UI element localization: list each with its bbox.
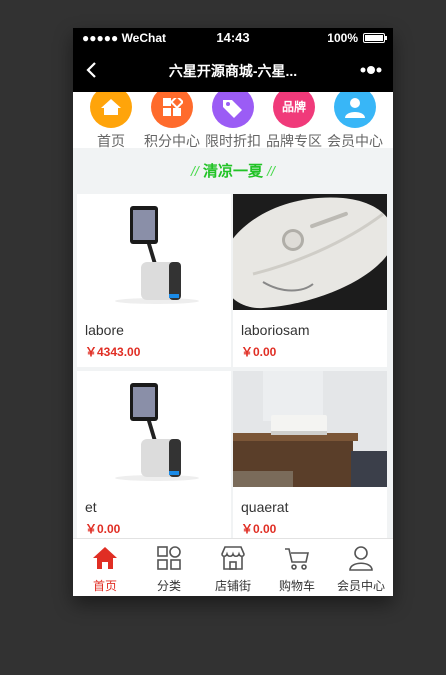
quick-nav-points[interactable]: 积分中心 [142,92,202,148]
product-card[interactable]: quaerat ￥0.00 [233,371,387,544]
product-card[interactable]: et ￥0.00 [77,371,231,544]
battery-status: 100% [327,31,387,45]
tab-label: 分类 [156,579,181,593]
product-price: ￥4343.00 [85,345,141,359]
tab-label: 会员中心 [336,579,385,593]
product-image-kiosk [77,194,231,310]
quick-nav-label: 积分中心 [144,133,200,148]
quick-nav-label: 限时折扣 [205,133,261,148]
product-name: laboriosam [241,322,310,338]
more-options-icon[interactable] [359,62,383,78]
product-name: quaerat [241,499,289,515]
product-price: ￥0.00 [241,345,277,359]
product-image-mouse [233,194,387,310]
tab-cart[interactable]: 购物车 [265,539,329,596]
quick-nav-discount[interactable]: 限时折扣 [203,92,263,148]
section-heading: // 清凉一夏 // [73,148,393,194]
page-title: 六星开源商城-六星... [168,63,298,79]
tab-store-street[interactable]: 店铺街 [201,539,265,596]
phone-screen: ●●●●● WeChat 14:43 100% 六星开源商城-六星... 首页 … [73,28,393,596]
status-bar: ●●●●● WeChat 14:43 100% [73,28,393,48]
user-icon [334,92,376,128]
tag-icon [212,92,254,128]
home-icon [90,92,132,128]
store-icon [221,546,245,570]
product-name: et [85,499,97,515]
product-card[interactable]: labore ￥4343.00 [77,194,231,367]
grid-icon [151,92,193,128]
back-arrow-icon[interactable] [83,60,103,80]
quick-nav-label: 品牌专区 [266,133,322,148]
tab-home[interactable]: 首页 [73,539,137,596]
tab-label: 首页 [92,579,117,593]
slash-decor-left: // [191,163,199,179]
quick-nav-brand[interactable]: 品牌 品牌专区 [264,92,324,148]
product-name: labore [85,322,124,338]
quick-nav-member[interactable]: 会员中心 [325,92,385,148]
slash-decor-right: // [267,163,275,179]
battery-icon [363,33,387,43]
tab-bar: 首页 分类 店铺街 购物车 会员中心 [73,538,393,596]
tab-label: 店铺街 [214,579,251,593]
quick-nav: 首页 积分中心 限时折扣 品牌 品牌专区 会员中心 [73,92,393,148]
product-image-speaker [233,371,387,487]
brand-badge-text: 品牌 [281,100,306,114]
brand-icon: 品牌 [273,92,315,128]
product-card[interactable]: laboriosam ￥0.00 [233,194,387,367]
quick-nav-label: 首页 [97,133,125,148]
tab-member-center[interactable]: 会员中心 [329,539,393,596]
battery-percent: 100% [327,31,358,45]
product-price: ￥0.00 [85,522,121,536]
tab-category[interactable]: 分类 [137,539,201,596]
product-price: ￥0.00 [241,522,277,536]
home-icon [93,547,117,569]
quick-nav-label: 会员中心 [327,133,383,148]
user-icon [349,546,373,571]
nav-bar: 六星开源商城-六星... [73,48,393,92]
cart-icon [285,548,309,570]
section-title-text: 清凉一夏 [202,163,263,180]
product-image-kiosk [77,371,231,487]
tab-label: 购物车 [278,579,315,593]
category-icon [157,546,181,570]
quick-nav-home[interactable]: 首页 [81,92,141,148]
